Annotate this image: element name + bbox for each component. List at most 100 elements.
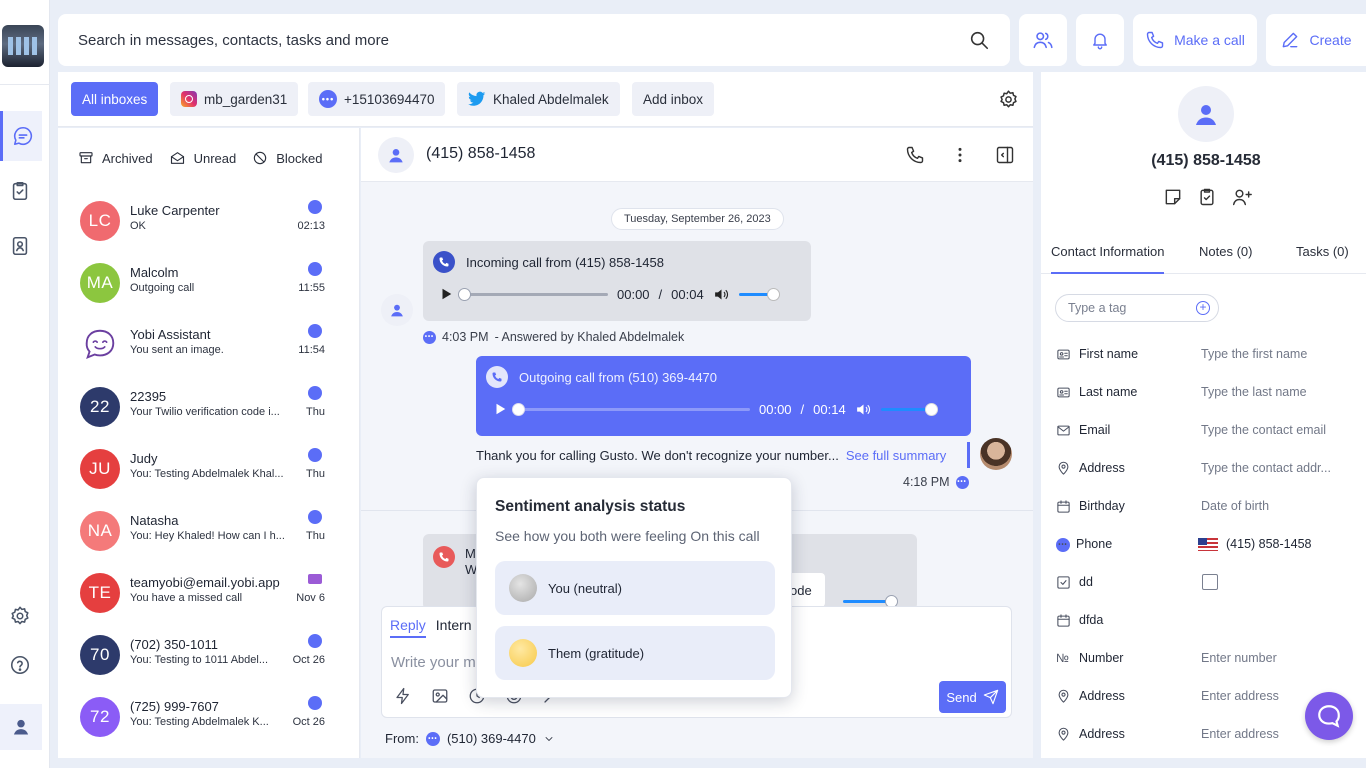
email-input[interactable]: Type the contact email	[1201, 423, 1326, 437]
toggle-panel-icon[interactable]	[995, 145, 1015, 165]
email-channel-icon	[308, 574, 322, 584]
unread-filter[interactable]: Unread	[169, 150, 236, 166]
audio-progress-bar[interactable]	[512, 402, 750, 416]
search-icon[interactable]	[968, 29, 990, 51]
conversation-item[interactable]: Yobi Assistant You sent an image. 11:54	[80, 322, 342, 374]
note-icon[interactable]	[1163, 187, 1183, 207]
dd-checkbox[interactable]	[1202, 574, 1218, 590]
inbox-tab-twitter[interactable]: Khaled Abdelmalek	[457, 82, 620, 116]
message-input[interactable]: Write your m	[391, 654, 476, 671]
tasks-nav-icon[interactable]	[8, 179, 32, 203]
archived-filter[interactable]: Archived	[78, 150, 153, 166]
volume-icon[interactable]	[855, 401, 872, 418]
global-search-bar[interactable]: Search in messages, contacts, tasks and …	[58, 14, 1010, 66]
send-button[interactable]: Send	[939, 681, 1006, 713]
image-icon[interactable]	[431, 687, 449, 705]
tag-input[interactable]: Type a tag +	[1055, 294, 1219, 322]
audio-duration: 00:14	[813, 401, 846, 417]
left-rail	[0, 0, 50, 768]
make-call-button[interactable]: Make a call	[1133, 14, 1257, 66]
location-pin-icon	[1056, 461, 1071, 476]
address-input[interactable]: Enter address	[1201, 689, 1279, 703]
conversation-item[interactable]: 70 (702) 350-1011 You: Testing to 1011 Abd…	[80, 632, 342, 684]
inbox-tab-all[interactable]: All inboxes	[71, 82, 159, 116]
volume-slider[interactable]	[843, 595, 898, 608]
contact-name: (415) 858-1458	[1151, 152, 1261, 169]
conversation-item[interactable]: NA Natasha You: Hey Khaled! How can I h...…	[80, 508, 342, 560]
volume-slider[interactable]	[880, 402, 938, 416]
volume-icon[interactable]	[713, 286, 730, 303]
conversation-item[interactable]: MA Malcolm Outgoing call 11:55	[80, 260, 342, 312]
play-icon[interactable]	[439, 287, 453, 301]
more-options-icon[interactable]	[951, 145, 969, 165]
reply-tab[interactable]: Reply	[390, 617, 426, 638]
number-input[interactable]: Enter number	[1201, 651, 1277, 665]
chat-channel-icon	[308, 696, 322, 710]
sentiment-you: You (neutral)	[495, 561, 775, 615]
team-button[interactable]	[1019, 14, 1067, 66]
conversation-item[interactable]: JU Judy You: Testing Abdelmalek Khal... Thu	[80, 446, 342, 498]
field-first-name: First name Type the first name	[1056, 345, 1356, 365]
last-name-input[interactable]: Type the last name	[1201, 385, 1307, 399]
neutral-face-icon	[509, 574, 537, 602]
address-input[interactable]: Enter address	[1201, 727, 1279, 741]
phone-value[interactable]: (415) 858-1458	[1198, 537, 1311, 551]
id-card-icon	[1056, 385, 1071, 400]
create-button[interactable]: Create	[1266, 14, 1366, 66]
call-icon[interactable]	[905, 145, 925, 165]
task-icon[interactable]	[1197, 187, 1217, 207]
conversation-item[interactable]: LC Luke Carpenter OK 02:13	[80, 198, 342, 250]
user-profile-icon[interactable]	[0, 704, 42, 750]
address-input[interactable]: Type the contact addr...	[1201, 461, 1331, 475]
first-name-input[interactable]: Type the first name	[1201, 347, 1307, 361]
from-label: From:	[385, 731, 419, 746]
inbox-tab-phone[interactable]: ••• +15103694470	[308, 82, 446, 116]
see-full-summary-link[interactable]: See full summary	[846, 448, 946, 463]
play-icon[interactable]	[493, 402, 507, 416]
lightning-icon[interactable]	[394, 687, 412, 705]
id-card-icon	[1056, 347, 1071, 362]
conversation-item[interactable]: 22 22395 Your Twilio verification code i..…	[80, 384, 342, 436]
tab-notes[interactable]: Notes (0)	[1199, 244, 1252, 259]
conversation-item[interactable]: 72 (725) 999-7607 You: Testing Abdelmalek …	[80, 694, 342, 746]
tab-tasks[interactable]: Tasks (0)	[1296, 244, 1349, 259]
inbox-settings-icon[interactable]	[998, 89, 1019, 110]
field-label: First name	[1079, 347, 1139, 361]
date-separator: Tuesday, September 26, 2023	[611, 208, 784, 230]
missed-call-label: M	[465, 546, 476, 561]
outgoing-call-meta: 4:18 PM •••	[903, 475, 969, 489]
conversation-name: (725) 999-7607	[130, 699, 219, 714]
help-icon[interactable]	[8, 653, 32, 677]
email-icon	[1056, 423, 1071, 438]
contact-avatar: JU	[80, 449, 120, 489]
inbox-tab-instagram[interactable]: mb_garden31	[170, 82, 299, 116]
audio-progress-bar[interactable]	[458, 287, 608, 301]
internal-tab[interactable]: Intern	[436, 617, 472, 638]
volume-slider[interactable]	[738, 287, 780, 301]
notifications-button[interactable]	[1076, 14, 1124, 66]
app-logo[interactable]	[2, 25, 44, 67]
conversation-item[interactable]: TE teamyobi@email.yobi.app You have a miss…	[80, 570, 342, 622]
birthday-input[interactable]: Date of birth	[1201, 499, 1269, 513]
blocked-filter[interactable]: Blocked	[252, 150, 322, 166]
sentiment-title: Sentiment analysis status	[495, 498, 686, 515]
search-input[interactable]: Search in messages, contacts, tasks and …	[78, 32, 968, 49]
conversation-list: Archived Unread Blocked LC Luke Carpenter…	[58, 128, 360, 758]
field-label: dfda	[1079, 613, 1104, 627]
field-birthday: Birthday Date of birth	[1056, 497, 1356, 517]
support-chat-button[interactable]	[1305, 692, 1353, 740]
settings-icon[interactable]	[8, 604, 32, 628]
add-tag-icon[interactable]: +	[1196, 301, 1210, 315]
contacts-nav-icon[interactable]	[8, 234, 32, 258]
contact-avatar[interactable]	[378, 137, 414, 173]
add-user-icon[interactable]	[1231, 187, 1253, 207]
tab-contact-information[interactable]: Contact Information	[1051, 244, 1165, 274]
field-dd: dd	[1056, 573, 1356, 593]
inbox-tab-label: All inboxes	[82, 91, 148, 107]
messages-nav-icon[interactable]	[0, 111, 42, 161]
pencil-icon	[1280, 30, 1300, 50]
add-inbox-button[interactable]: Add inbox	[632, 82, 715, 116]
incoming-call-icon	[433, 251, 455, 273]
sentiment-popup: Sentiment analysis status See how you bo…	[476, 477, 792, 698]
from-selector[interactable]: From: ••• (510) 369-4470	[385, 731, 555, 746]
